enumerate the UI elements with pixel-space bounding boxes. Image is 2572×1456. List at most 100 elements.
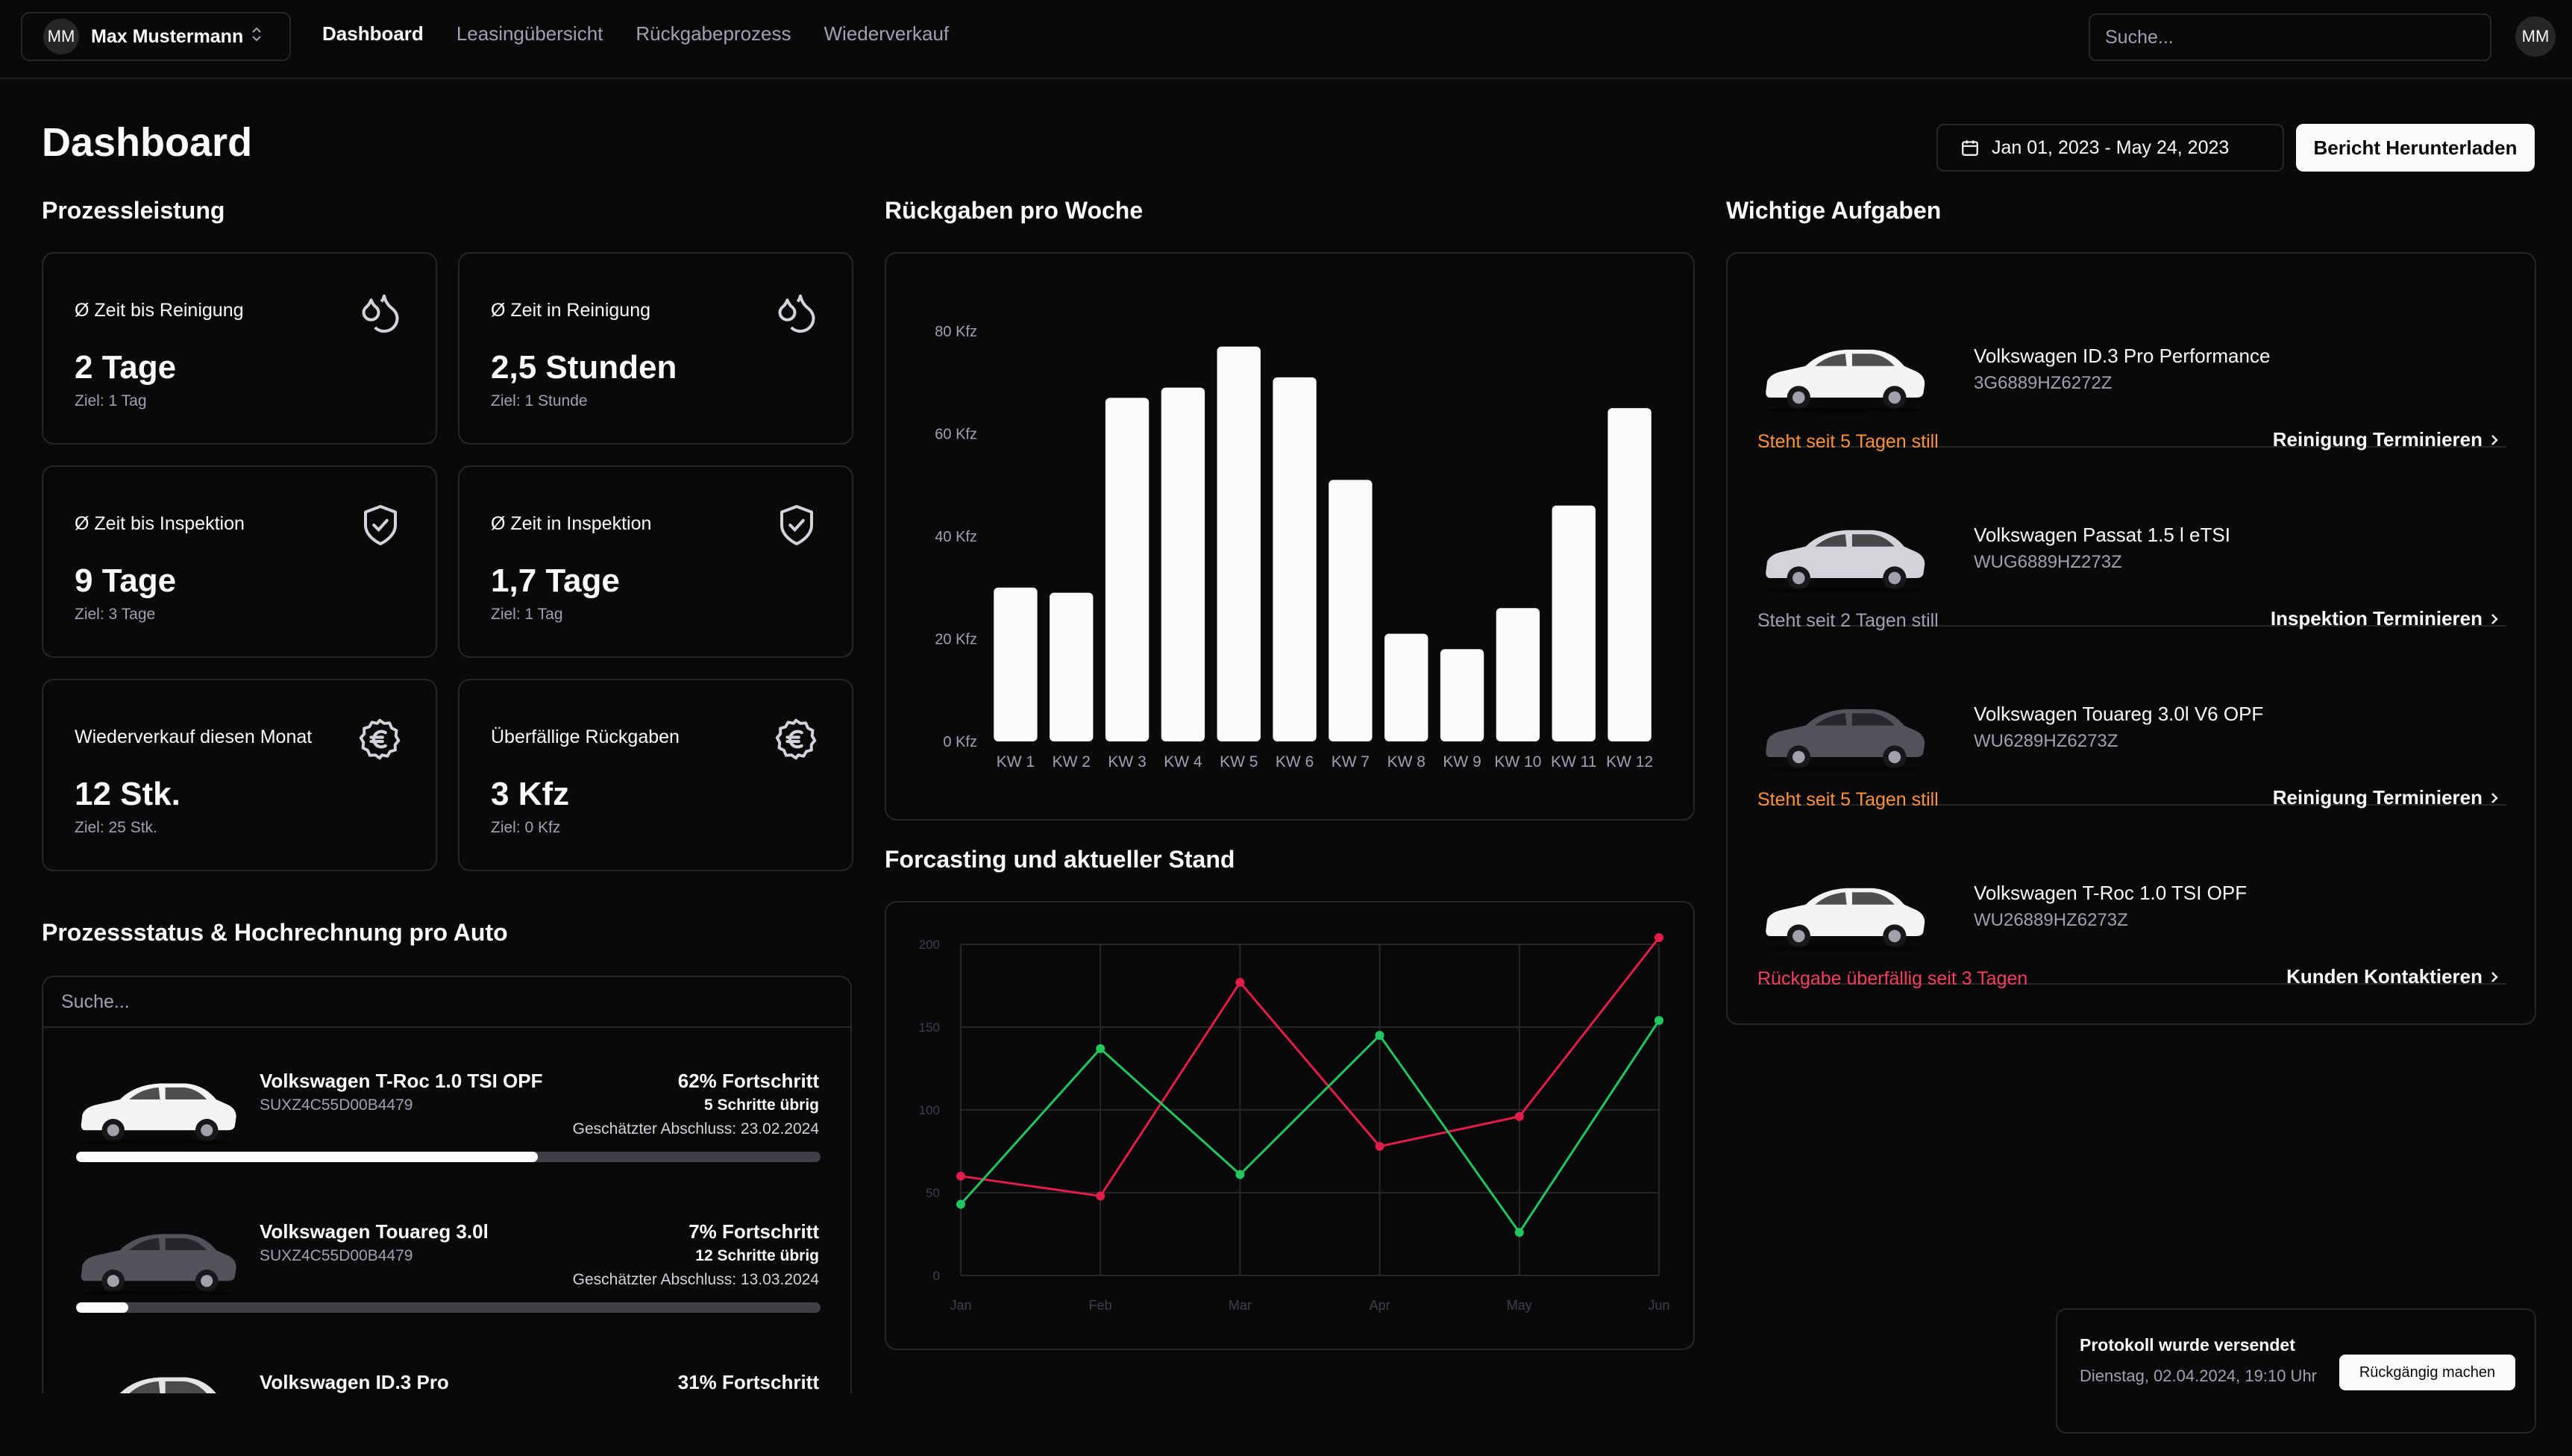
chevron-up-down-icon — [251, 26, 263, 47]
car-image — [73, 1223, 240, 1301]
progress-list-item[interactable]: Volkswagen ID.3 Pro 31% Fortschritt — [43, 1371, 850, 1393]
progress-section-title: Prozessstatus & Hochrechnung pro Auto — [42, 919, 508, 946]
line-chart: 0 50 100 150 200 Jan Feb Mar Apr May Jun — [919, 933, 1670, 1313]
data-point[interactable] — [956, 1199, 965, 1209]
toast-title: Protokoll wurde versendet — [2080, 1335, 2295, 1355]
car-image — [1757, 519, 1929, 598]
bar-kw-7[interactable] — [1329, 480, 1373, 741]
data-point[interactable] — [1514, 1228, 1524, 1237]
steps-remaining: 5 Schritte übrig — [703, 1096, 819, 1114]
task-status: Rückgabe überfällig seit 3 Tagen — [1757, 968, 2028, 989]
kpi-value: 1,7 Tage — [491, 562, 620, 599]
progress-list-item[interactable]: Volkswagen T-Roc 1.0 TSI OPF SUXZ4C55D00B… — [43, 1070, 850, 1219]
car-name: Volkswagen T-Roc 1.0 TSI OPF — [260, 1070, 543, 1092]
data-point[interactable] — [1375, 1031, 1384, 1041]
series-line-0 — [960, 937, 1660, 1198]
data-point[interactable] — [1096, 1044, 1105, 1053]
kpi-label: Ø Zeit in Reinigung — [491, 300, 651, 321]
kpi-label: Wiederverkauf diesen Monat — [75, 727, 313, 747]
bar-kw-9[interactable] — [1440, 649, 1484, 741]
x-tick-label: Apr — [1370, 1298, 1390, 1313]
line-chart-title: Forcasting und aktueller Stand — [885, 846, 1235, 873]
progress-percent: 62% Fortschritt — [677, 1070, 819, 1092]
kpi-goal: Ziel: 1 Stunde — [491, 392, 588, 410]
kpi-goal: Ziel: 1 Tag — [75, 392, 147, 410]
x-tick-label: Mar — [1229, 1298, 1252, 1313]
data-point[interactable] — [1654, 1016, 1663, 1026]
kpi-card: Überfällige Rückgaben 3 Kfz Ziel: 0 Kfz — [458, 679, 853, 871]
user-avatar: MM — [43, 19, 79, 54]
data-point[interactable] — [1375, 1141, 1384, 1151]
kpi-value: 2,5 Stunden — [491, 349, 677, 386]
x-tick-label: KW 11 — [1551, 753, 1596, 771]
x-tick-label: KW 3 — [1108, 753, 1146, 771]
bar-kw-4[interactable] — [1161, 387, 1205, 741]
task-car-name: Volkswagen T-Roc 1.0 TSI OPF — [1974, 882, 2248, 904]
x-tick-label: KW 8 — [1387, 753, 1425, 771]
x-tick-label: KW 4 — [1164, 753, 1202, 771]
data-point[interactable] — [1096, 1191, 1105, 1201]
bar-kw-10[interactable] — [1496, 608, 1540, 741]
kpi-label: Ø Zeit in Inspektion — [491, 513, 652, 534]
progress-search-input[interactable]: Suche... — [43, 977, 850, 1028]
user-switcher[interactable]: MM Max Mustermann — [21, 12, 291, 61]
x-tick-label: Feb — [1089, 1298, 1112, 1313]
bar-kw-6[interactable] — [1273, 377, 1317, 741]
data-point[interactable] — [1235, 1170, 1245, 1179]
bar-kw-5[interactable] — [1217, 346, 1261, 741]
bar-kw-11[interactable] — [1552, 505, 1596, 741]
kpi-card: Wiederverkauf diesen Monat 12 Stk. Ziel: 2… — [42, 679, 437, 871]
data-point[interactable] — [1514, 1111, 1524, 1121]
kpi-value: 3 Kfz — [491, 776, 570, 812]
car-image — [1757, 339, 1929, 418]
main-nav: Dashboard Leasingübersicht Rückgabeproze… — [322, 22, 949, 46]
chevron-right-icon — [2491, 434, 2498, 445]
y-tick-label: 60 Kfz — [935, 427, 977, 443]
undo-button[interactable]: Rückgängig machen — [2339, 1355, 2515, 1390]
progress-bar-fill — [76, 1302, 128, 1313]
profile-avatar[interactable]: MM — [2515, 16, 2556, 57]
global-search-input[interactable]: Suche... — [2089, 13, 2491, 61]
data-point[interactable] — [1235, 978, 1245, 988]
kpi-label: Ø Zeit bis Inspektion — [75, 513, 245, 534]
bar-chart-title: Rückgaben pro Woche — [885, 197, 1144, 224]
task-car-vin: WU26889HZ6273Z — [1974, 910, 2128, 930]
nav-link-rueckgabe[interactable]: Rückgabeprozess — [636, 22, 791, 46]
tasks-section-title: Wichtige Aufgaben — [1726, 197, 1942, 224]
progress-percent: 31% Fortschritt — [677, 1371, 819, 1393]
droplets-icon — [774, 289, 819, 338]
bar-kw-12[interactable] — [1608, 408, 1652, 741]
bar-kw-3[interactable] — [1105, 398, 1149, 741]
nav-link-dashboard[interactable]: Dashboard — [322, 22, 424, 46]
estimated-completion: Geschätzter Abschluss: 13.03.2024 — [572, 1271, 819, 1288]
nav-link-wiederverkauf[interactable]: Wiederverkauf — [824, 22, 950, 46]
series-line-1 — [959, 1020, 1660, 1234]
bar-kw-2[interactable] — [1050, 592, 1094, 741]
task-car-vin: WUG6889HZ273Z — [1974, 552, 2122, 572]
kpi-section-title: Prozessleistung — [42, 197, 225, 224]
date-range-picker[interactable]: Jan 01, 2023 - May 24, 2023 — [1936, 124, 2284, 172]
x-tick-label: KW 5 — [1220, 753, 1258, 771]
progress-list-item[interactable]: Volkswagen Touareg 3.0l SUXZ4C55D00B4479 7… — [43, 1220, 850, 1369]
nav-link-leasing[interactable]: Leasingübersicht — [457, 22, 603, 46]
car-image — [73, 1073, 240, 1150]
car-image — [1757, 698, 1929, 777]
progress-percent: 7% Fortschritt — [689, 1220, 819, 1243]
kpi-value: 12 Stk. — [75, 776, 181, 812]
y-tick-label: 80 Kfz — [935, 324, 977, 340]
task-car-name: Volkswagen Touareg 3.0l V6 OPF — [1974, 703, 2264, 725]
bar-kw-1[interactable] — [994, 587, 1038, 741]
chevron-right-icon — [2491, 613, 2498, 624]
task-car-name: Volkswagen Passat 1.5 l eTSI — [1974, 524, 2230, 546]
data-point[interactable] — [956, 1171, 965, 1181]
y-tick-label: 100 — [919, 1103, 940, 1117]
y-tick-label: 20 Kfz — [935, 632, 977, 648]
download-report-button[interactable]: Bericht Herunterladen — [2296, 124, 2535, 172]
data-point[interactable] — [1654, 933, 1663, 943]
bar-kw-8[interactable] — [1384, 633, 1428, 741]
task-action-label: Kunden Kontaktieren — [2286, 965, 2482, 988]
steps-remaining: 12 Schritte übrig — [695, 1247, 819, 1264]
x-tick-label: KW 9 — [1443, 753, 1481, 771]
task-action-link[interactable]: Kunden Kontaktieren — [2286, 965, 2500, 988]
task-item: Volkswagen Touareg 3.0l V6 OPF WU6289HZ62… — [1757, 627, 2506, 810]
